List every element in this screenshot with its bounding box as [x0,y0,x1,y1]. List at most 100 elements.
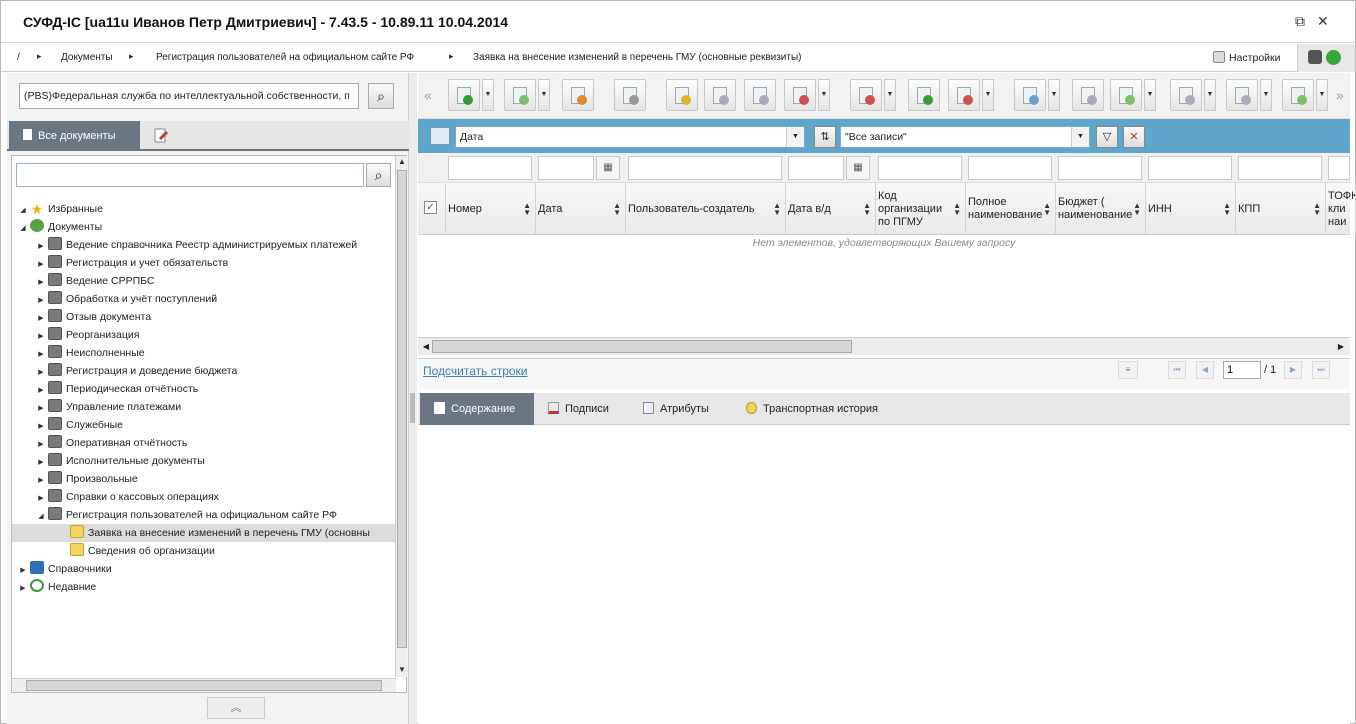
toolbar-dropdown[interactable]: ▼ [818,79,830,111]
toolbar-dropdown[interactable]: ▼ [1048,79,1060,111]
page-number-input[interactable] [1223,361,1261,379]
column-header[interactable]: ИНН ▲ ▼ [1146,183,1236,235]
last-page-icon[interactable]: ⏭ [1312,361,1330,379]
toolbar-button[interactable] [1014,79,1046,111]
organization-search-button[interactable]: ⌕ [368,83,394,109]
sort-arrows-icon[interactable]: ▲ ▼ [953,202,961,217]
collapsed-arrow-icon[interactable]: ▶ [16,580,30,598]
toolbar-button[interactable] [448,79,480,111]
toolbar-dropdown[interactable]: ▼ [538,79,550,111]
sort-arrows-icon[interactable]: ▲ ▼ [1313,202,1321,217]
expanded-arrow-icon[interactable]: ◢ [16,220,30,238]
filter-number-input[interactable] [448,156,532,180]
first-page-icon[interactable]: ⏮ [1168,361,1186,379]
tree-node-doc-group[interactable]: ▶ Обработка и учёт поступлений [34,290,217,308]
breadcrumb-item[interactable]: Регистрация пользователей на официальном… [156,52,414,63]
sort-arrows-icon[interactable]: ▲ ▼ [863,202,871,217]
filter-tofk-input[interactable] [1328,156,1350,180]
breadcrumb-root[interactable]: / [17,52,20,63]
restore-icon[interactable]: ⧉ [1295,13,1305,30]
power-icon[interactable] [1308,50,1322,64]
tree-node-doc-group[interactable]: ◢ Регистрация пользователей на официально… [34,506,337,524]
toolbar-dropdown[interactable]: ▼ [884,79,896,111]
tab-all-documents[interactable]: Все документы [9,121,140,151]
tree-node-recent[interactable]: ▶ Недавние [16,578,96,596]
tree-node-doc-group[interactable]: ▶ Ведение справочника Реестр администриру… [34,236,357,254]
scroll-thumb[interactable] [432,340,852,353]
tree-node-doc-group[interactable]: ▶ Регистрация и доведение бюджета [34,362,237,380]
close-icon[interactable]: ✕ [1317,13,1329,30]
filter-org-code-input[interactable] [878,156,962,180]
toolbar-button[interactable] [1110,79,1142,111]
toolbar-button[interactable] [1226,79,1258,111]
filter-creator-input[interactable] [628,156,782,180]
select-all-checkbox[interactable]: ✓ [424,201,437,214]
organization-field[interactable]: (PBS)Федеральная служба по интеллектуаль… [19,83,359,109]
filter-fullname-input[interactable] [968,156,1052,180]
column-header[interactable]: Пользователь-создатель ▲ ▼ [626,183,786,235]
tree-node-favorites[interactable]: ◢ ★ Избранные [16,200,103,218]
tree-node-doc-group[interactable]: ▶ Исполнительные документы [34,452,205,470]
toolbar-button[interactable] [704,79,736,111]
tab-content[interactable]: Содержание [420,393,534,425]
scroll-thumb[interactable] [26,680,382,691]
sort-icon[interactable]: ⇅ [814,126,836,148]
sort-arrows-icon[interactable]: ▲ ▼ [1043,202,1051,217]
filter-inn-input[interactable] [1148,156,1232,180]
column-header[interactable]: КПП ▲ ▼ [1236,183,1326,235]
toolbar-button[interactable] [666,79,698,111]
records-filter-select[interactable]: "Все записи" ▼ [840,126,1090,148]
count-rows-link[interactable]: Подсчитать строки [423,364,528,378]
tree-node-documents[interactable]: ◢ Документы [16,218,102,236]
scroll-up-icon[interactable]: ▲ [396,156,408,168]
scroll-right-icon[interactable]: » [1336,87,1344,103]
tab-signatures[interactable]: Подписи [548,393,609,425]
tree-node-doc-group[interactable]: ▶ Реорганизация [34,326,139,344]
settings-button[interactable]: Настройки [1213,51,1281,64]
calendar-icon[interactable]: ▦ [596,156,620,180]
calendar-icon[interactable]: ▦ [846,156,870,180]
toolbar-dropdown[interactable]: ▼ [1260,79,1272,111]
tab-transport-history[interactable]: Транспортная история [746,393,878,425]
folder-icon[interactable] [430,127,450,145]
scroll-down-icon[interactable]: ▼ [396,664,408,676]
filter-budget-input[interactable] [1058,156,1142,180]
column-header[interactable]: Код организации по ПГМУ ▲ ▼ [876,183,966,235]
splitter-handle[interactable] [410,393,415,423]
toolbar-button[interactable] [948,79,980,111]
sort-arrows-icon[interactable]: ▲ ▼ [1133,202,1141,217]
column-header[interactable]: Дата ▲ ▼ [536,183,626,235]
list-icon[interactable]: ≡ [1118,361,1138,379]
tree-vertical-scrollbar[interactable]: ▲ ▼ [395,156,407,677]
tree-node-doc-group[interactable]: ▶ Оперативная отчётность [34,434,187,452]
tree-node-doc-group[interactable]: ▶ Отзыв документа [34,308,151,326]
tree-node-doc-group[interactable]: ▶ Служебные [34,416,123,434]
toolbar-button[interactable] [1072,79,1104,111]
tree-node-doc-group[interactable]: ▶ Неисполненные [34,344,145,362]
column-header[interactable]: Дата в/д ▲ ▼ [786,183,876,235]
edit-document-icon[interactable] [152,127,170,145]
column-header[interactable]: ТОФК кли наи [1326,183,1356,235]
tree-node-doc-group[interactable]: ▶ Произвольные [34,470,138,488]
sort-arrows-icon[interactable]: ▲ ▼ [523,202,531,217]
tree-node-directories[interactable]: ▶ Справочники [16,560,112,578]
filter-vd-date-input[interactable] [788,156,844,180]
toolbar-button[interactable] [614,79,646,111]
toolbar-button[interactable] [504,79,536,111]
tree-node-doc-group[interactable]: ▶ Регистрация и учет обязательств [34,254,228,272]
tree-node-doc-group[interactable]: ▶ Ведение СРРПБС [34,272,155,290]
sort-arrows-icon[interactable]: ▲ ▼ [613,202,621,217]
scroll-left-icon[interactable]: « [424,87,432,103]
column-header[interactable]: Номер ▲ ▼ [446,183,536,235]
toolbar-dropdown[interactable]: ▼ [1144,79,1156,111]
toolbar-button[interactable] [1170,79,1202,111]
scroll-thumb[interactable] [397,170,407,648]
collapse-panel-button[interactable]: ︽ [207,697,265,719]
tree-node-doc-group[interactable]: ▶ Справки о кассовых операциях [34,488,219,506]
toolbar-dropdown[interactable]: ▼ [1204,79,1216,111]
prev-page-icon[interactable]: ◀ [1196,361,1214,379]
column-header[interactable]: Полное наименование ▲ ▼ [966,183,1056,235]
filter-kpp-input[interactable] [1238,156,1322,180]
clear-filter-icon[interactable]: ✕ [1123,126,1145,148]
tree-search-input[interactable] [16,163,364,187]
